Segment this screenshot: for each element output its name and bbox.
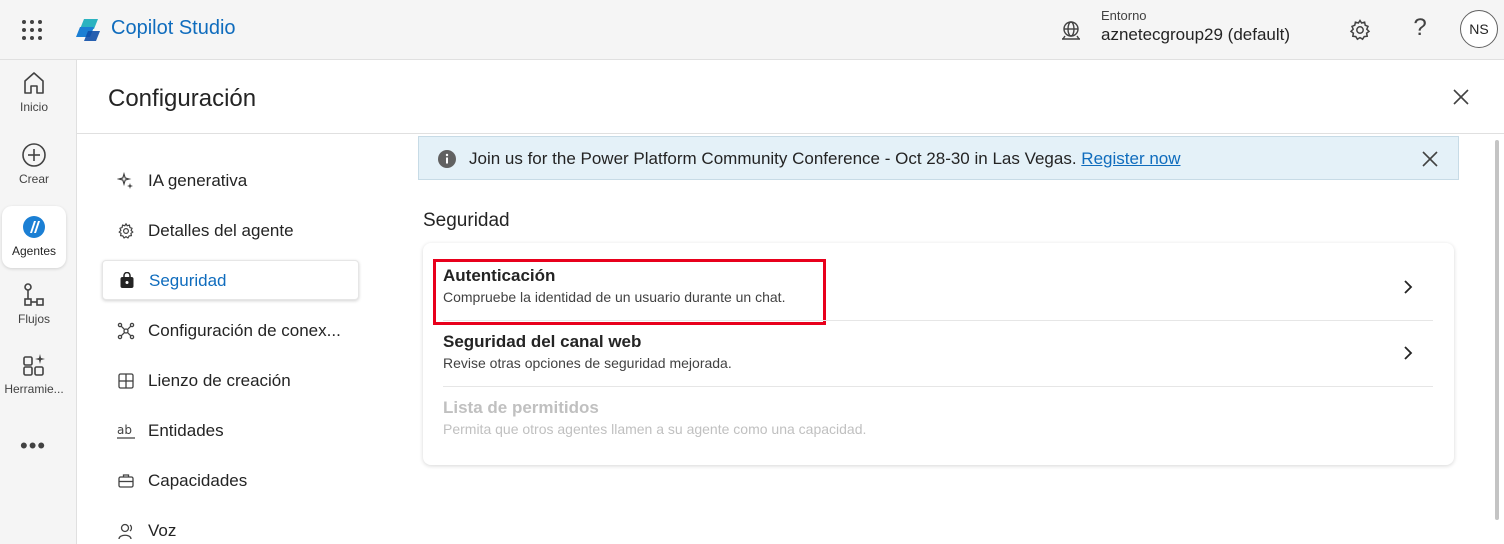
environment-selector[interactable]: aznetecgroup29 (default) [1101,25,1290,45]
row-description: Compruebe la identidad de un usuario dur… [443,289,786,305]
section-title: Seguridad [423,210,510,231]
settings-nav-detalles-agente[interactable]: Detalles del agente [102,211,359,251]
row-title: Seguridad del canal web [443,332,642,351]
rail-item-flujos[interactable]: Flujos [0,282,68,344]
row-title: Lista de permitidos [443,398,599,417]
settings-nav-label: IA generativa [148,171,248,190]
settings-nav-label: Voz [148,521,177,540]
security-options-card: Autenticación Compruebe la identidad de … [423,243,1454,465]
row-description: Revise otras opciones de seguridad mejor… [443,355,732,371]
scrollbar[interactable] [1495,140,1499,520]
allowlist-row: Lista de permitidos Permita que otros ag… [443,375,1433,441]
copilot-studio-logo-icon [76,19,100,41]
rail-label: Crear [18,172,49,186]
chevron-right-icon [1404,346,1413,360]
settings-nav-capacidades[interactable]: Capacidades [102,461,359,501]
settings-nav-entidades[interactable]: ab Entidades [102,411,359,451]
sparkle-icon [117,172,133,189]
row-description: Permita que otros agentes llamen a su ag… [443,421,867,437]
announcement-banner: Join us for the Power Platform Community… [418,136,1459,180]
chevron-right-icon [1404,280,1413,294]
voice-icon [118,523,133,540]
grid-icon [118,373,134,389]
environment-label: Entorno [1101,8,1147,23]
left-rail: Inicio Crear Agentes Flujos Herramie... … [0,60,76,544]
environment-globe-icon[interactable] [1060,20,1082,42]
row-title: Autenticación [443,266,556,285]
app-title[interactable]: Copilot Studio [111,17,236,40]
add-circle-icon [22,143,46,167]
close-icon[interactable] [1451,87,1471,107]
agents-icon [23,216,45,238]
settings-nav-label: Detalles del agente [148,221,294,240]
tools-icon [23,354,45,376]
rail-item-agentes[interactable]: Agentes [2,206,66,268]
lock-bag-icon [120,272,134,288]
page-title: Configuración [108,85,257,112]
settings-nav-label: Configuración de conex... [148,321,341,340]
settings-nav-ia-generativa[interactable]: IA generativa [102,161,359,201]
settings-gear-icon[interactable] [1348,18,1372,42]
settings-panel: Configuración IA generativa Detalles del… [76,60,1504,544]
home-icon [24,72,44,94]
more-options-icon[interactable]: ••• [20,433,46,459]
help-icon[interactable]: ? [1408,14,1432,44]
banner-message: Join us for the Power Platform Community… [469,149,1181,169]
flow-icon [24,283,44,306]
authentication-row[interactable]: Autenticación Compruebe la identidad de … [443,243,1433,309]
rail-item-inicio[interactable]: Inicio [0,70,68,132]
rail-label: Herramie... [4,382,64,396]
settings-nav-label: Capacidades [148,471,248,490]
rail-label: Inicio [19,100,48,114]
user-avatar[interactable]: NS [1460,10,1498,48]
banner-close-icon[interactable] [1421,150,1439,168]
banner-text: Join us for the Power Platform Community… [469,149,1077,168]
settings-nav-seguridad[interactable]: Seguridad [102,260,359,300]
app-launcher-icon[interactable] [20,18,44,42]
panel-header: Configuración [77,60,1504,134]
settings-nav-label: Entidades [148,421,224,440]
settings-nav-lienzo-creacion[interactable]: Lienzo de creación [102,361,359,401]
rail-item-crear[interactable]: Crear [0,142,68,204]
connection-icon [117,322,135,340]
gear-icon [118,222,134,239]
register-now-link[interactable]: Register now [1081,149,1180,168]
ab-icon: ab [117,423,135,439]
top-bar: Copilot Studio Entorno aznetecgroup29 (d… [0,0,1504,60]
rail-item-herramientas[interactable]: Herramie... [0,352,68,414]
rail-label: Flujos [17,312,50,326]
settings-nav-voz[interactable]: Voz [102,511,359,544]
rail-label: Agentes [11,244,57,258]
svg-text:ab: ab [117,423,132,437]
briefcase-icon [118,474,134,488]
settings-nav-configuracion-conexion[interactable]: Configuración de conex... [102,311,359,351]
settings-nav-label: Lienzo de creación [148,371,291,390]
settings-nav-label: Seguridad [149,271,227,290]
info-icon [438,150,456,168]
web-channel-security-row[interactable]: Seguridad del canal web Revise otras opc… [443,309,1433,375]
